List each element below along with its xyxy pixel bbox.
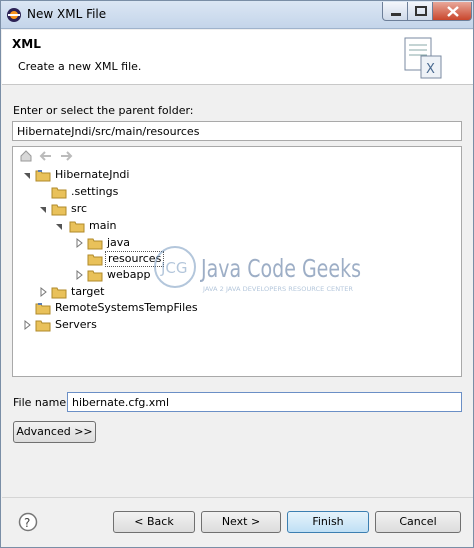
eclipse-icon bbox=[7, 8, 21, 22]
folder-tree[interactable]: HibernateJndi .settings src main java re… bbox=[12, 146, 462, 377]
folder-icon bbox=[87, 270, 103, 282]
folder-icon bbox=[87, 238, 103, 250]
java-code-geeks-watermark: JCG Java Code Geeks JAVA 2 JAVA DEVELOPE… bbox=[154, 246, 361, 293]
folder-icon bbox=[69, 221, 85, 233]
back-arrow-icon[interactable] bbox=[39, 149, 53, 166]
tree-item-label: HibernateJndi bbox=[55, 168, 130, 181]
folder-icon bbox=[35, 320, 51, 332]
title-bar[interactable]: New XML File bbox=[1, 1, 473, 29]
wizard-header: XML Create a new XML file. X bbox=[2, 30, 473, 85]
parent-folder-label: Enter or select the parent folder: bbox=[13, 104, 194, 117]
maximize-icon bbox=[415, 6, 427, 16]
expanded-triangle-icon bbox=[40, 207, 46, 213]
collapsed-triangle-icon bbox=[40, 286, 47, 298]
tree-item-label: java bbox=[107, 236, 131, 249]
close-icon bbox=[447, 6, 459, 17]
home-icon[interactable] bbox=[19, 149, 33, 166]
svg-text:JCG: JCG bbox=[160, 259, 188, 277]
svg-text:X: X bbox=[426, 62, 435, 77]
tree-item-label: Servers bbox=[55, 318, 97, 331]
tree-item-label: src bbox=[71, 202, 88, 215]
file-name-label: File name: bbox=[13, 396, 70, 409]
advanced-button[interactable]: Advanced >> bbox=[13, 421, 96, 443]
expanded-triangle-icon bbox=[24, 173, 30, 179]
folder-icon bbox=[87, 254, 103, 266]
project-icon bbox=[35, 303, 51, 315]
folder-icon bbox=[51, 204, 67, 216]
back-button[interactable]: < Back bbox=[113, 511, 195, 533]
close-button[interactable] bbox=[432, 2, 472, 21]
maximize-button[interactable] bbox=[407, 2, 433, 21]
svg-text:JAVA 2 JAVA DEVELOPERS RESOURC: JAVA 2 JAVA DEVELOPERS RESOURCE CENTER bbox=[202, 286, 353, 293]
tree-item-src[interactable]: src bbox=[13, 201, 453, 217]
project-icon bbox=[35, 170, 51, 182]
page-description: Create a new XML file. bbox=[18, 60, 142, 73]
expanded-triangle-icon bbox=[56, 224, 62, 230]
tree-item-hibernatejndi[interactable]: HibernateJndi bbox=[13, 167, 453, 183]
folder-icon bbox=[51, 187, 67, 199]
svg-text:?: ? bbox=[24, 516, 30, 530]
next-button[interactable]: Next > bbox=[201, 511, 281, 533]
svg-text:Java Code Geeks: Java Code Geeks bbox=[199, 254, 361, 283]
tree-item-label: webapp bbox=[107, 268, 151, 281]
tree-item-label: target bbox=[71, 285, 105, 298]
window-title: New XML File bbox=[27, 7, 107, 21]
parent-folder-input[interactable] bbox=[12, 121, 462, 141]
minimize-icon bbox=[391, 13, 401, 16]
collapsed-triangle-icon bbox=[76, 237, 83, 249]
new-xml-file-dialog: New XML File XML Create a new XML file. … bbox=[0, 0, 474, 548]
forward-arrow-icon[interactable] bbox=[59, 149, 73, 166]
minimize-button[interactable] bbox=[382, 2, 408, 21]
tree-item-main[interactable]: main bbox=[13, 218, 453, 234]
cancel-button[interactable]: Cancel bbox=[375, 511, 461, 533]
tree-item-label: main bbox=[89, 219, 117, 232]
page-title: XML bbox=[12, 37, 41, 51]
collapsed-triangle-icon bbox=[76, 269, 83, 281]
help-icon[interactable]: ? bbox=[18, 512, 38, 532]
tree-item-servers[interactable]: Servers bbox=[13, 317, 453, 333]
xml-file-icon: X bbox=[404, 37, 442, 79]
footer-divider bbox=[2, 497, 473, 498]
tree-item-label: .settings bbox=[71, 185, 119, 198]
tree-item-settings[interactable]: .settings bbox=[13, 184, 453, 200]
folder-icon bbox=[51, 287, 67, 299]
finish-button[interactable]: Finish bbox=[287, 511, 369, 533]
collapsed-triangle-icon bbox=[24, 319, 31, 331]
file-name-input[interactable] bbox=[67, 392, 462, 412]
